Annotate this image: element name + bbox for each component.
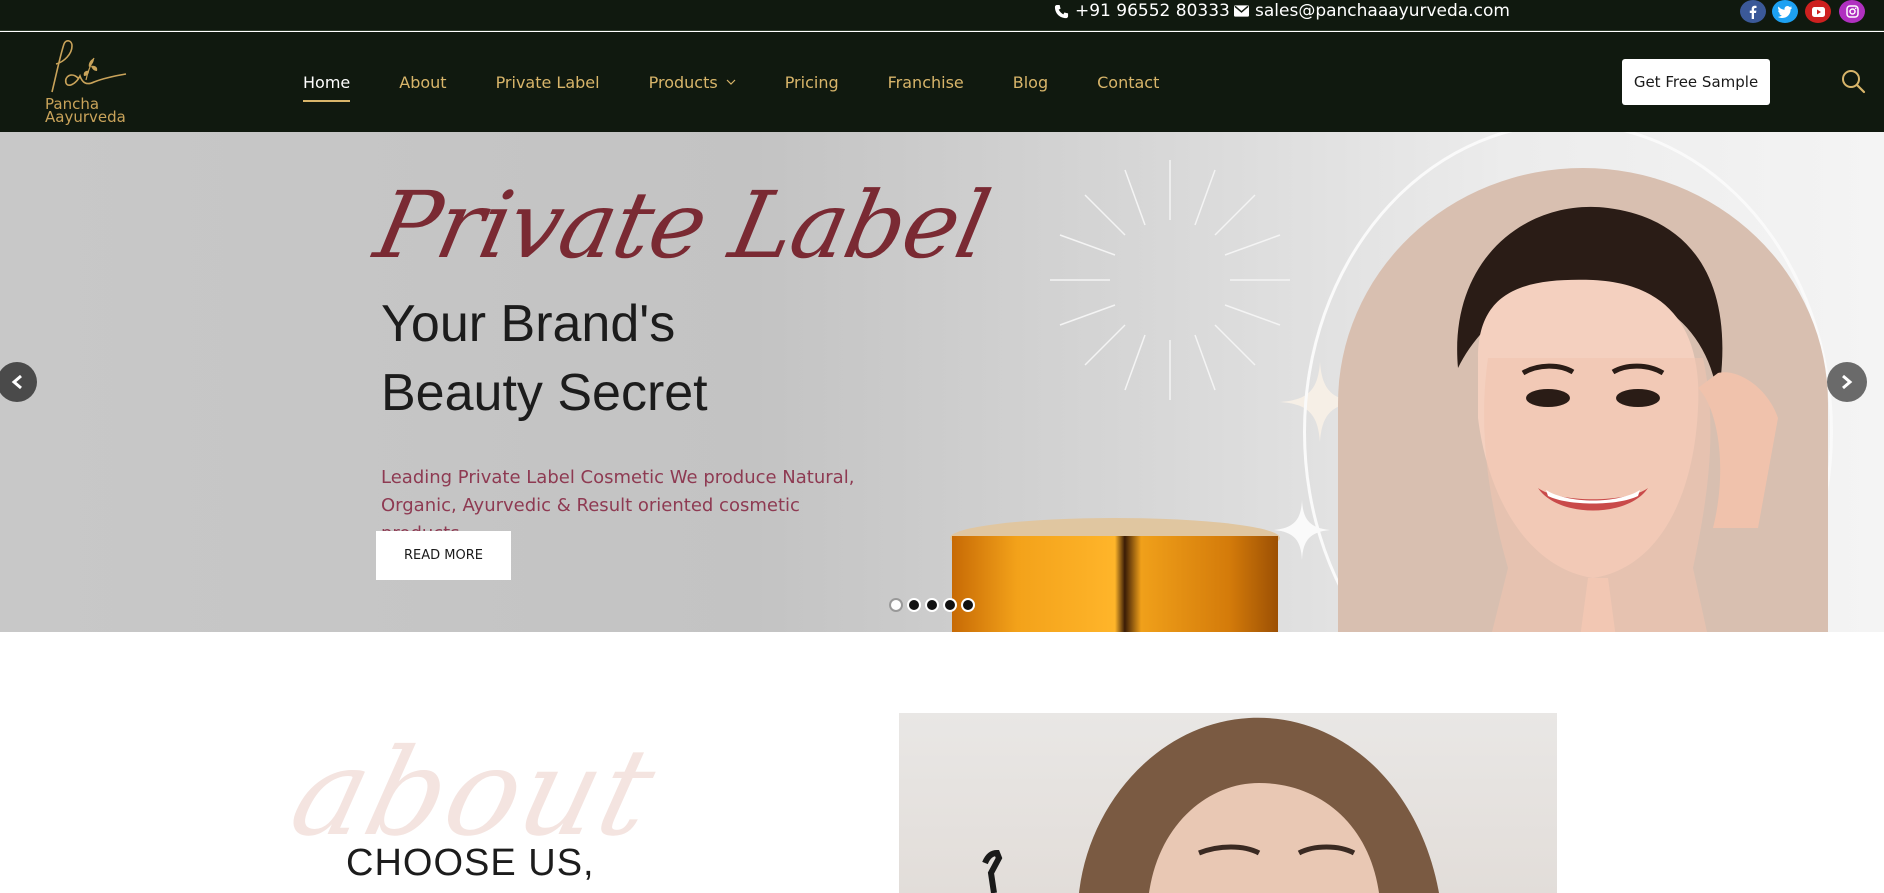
cosmetic-jar-image	[950, 518, 1280, 632]
hero-script-title: Private Label	[366, 172, 998, 279]
main-header: Pancha Aayurveda Home About Private Labe…	[0, 32, 1884, 132]
chevron-left-icon	[11, 374, 22, 390]
youtube-link[interactable]	[1805, 0, 1831, 23]
nav-products[interactable]: Products	[649, 73, 736, 92]
phone-contact[interactable]: +91 96552 80333	[1054, 0, 1230, 22]
slider-dot-2[interactable]	[907, 598, 921, 612]
model-portrait-image	[1338, 168, 1828, 632]
chevron-down-icon	[726, 79, 736, 85]
model-face-illustration	[1457, 206, 1778, 632]
chevron-right-icon	[1842, 374, 1853, 390]
slider-next-button[interactable]	[1827, 362, 1867, 402]
hero-slider: Private Label Your Brand's Beauty Secret…	[0, 132, 1884, 632]
hero-title: Your Brand's Beauty Secret	[381, 290, 708, 428]
phone-icon	[1054, 4, 1069, 18]
nav-blog[interactable]: Blog	[1013, 73, 1048, 92]
sunburst-decoration	[1050, 160, 1290, 400]
phone-number: +91 96552 80333	[1075, 1, 1230, 21]
youtube-icon	[1811, 6, 1825, 17]
instagram-icon	[1845, 5, 1859, 18]
nav-pricing[interactable]: Pricing	[785, 73, 839, 92]
twitter-icon	[1778, 5, 1792, 18]
about-section: about CHOOSE US,	[0, 632, 1884, 893]
logo-mark-icon	[51, 40, 127, 93]
nav-about[interactable]: About	[399, 73, 446, 92]
search-button[interactable]	[1840, 68, 1866, 94]
logo-text-line2: Aayurveda	[45, 108, 126, 126]
instagram-link[interactable]	[1839, 0, 1865, 23]
about-heading: CHOOSE US,	[346, 842, 595, 884]
model-hair-illustration	[982, 717, 1439, 893]
facebook-link[interactable]	[1740, 0, 1766, 23]
nav-products-label: Products	[648, 72, 718, 92]
slider-pagination	[889, 598, 979, 612]
read-more-button[interactable]: READ MORE	[376, 531, 511, 580]
hero-title-line1: Your Brand's	[381, 295, 676, 353]
nav-franchise[interactable]: Franchise	[888, 73, 964, 92]
site-logo[interactable]: Pancha Aayurveda	[42, 36, 132, 128]
logo-text: Pancha Aayurveda	[45, 97, 126, 126]
about-model-image	[899, 713, 1557, 893]
slider-prev-button[interactable]	[0, 362, 37, 402]
hero-title-line2: Beauty Secret	[381, 364, 708, 422]
nav-contact[interactable]: Contact	[1097, 73, 1159, 92]
nav-private-label[interactable]: Private Label	[496, 73, 600, 92]
get-free-sample-button[interactable]: Get Free Sample	[1622, 59, 1770, 105]
nav-home[interactable]: Home	[303, 73, 351, 102]
email-address: sales@panchaaayurveda.com	[1255, 1, 1510, 21]
facebook-icon	[1749, 5, 1757, 19]
envelope-icon	[1234, 5, 1249, 17]
slider-dot-3[interactable]	[925, 598, 939, 612]
slider-dot-5[interactable]	[961, 598, 975, 612]
email-contact[interactable]: sales@panchaaayurveda.com	[1234, 0, 1510, 22]
search-icon	[1842, 70, 1866, 94]
slider-dot-4[interactable]	[943, 598, 957, 612]
twitter-link[interactable]	[1772, 0, 1798, 23]
main-nav: Home About Private Label Products Pricin…	[303, 32, 1208, 132]
slider-dot-1[interactable]	[889, 598, 903, 612]
top-bar: +91 96552 80333 sales@panchaaayurveda.co…	[0, 0, 1884, 31]
